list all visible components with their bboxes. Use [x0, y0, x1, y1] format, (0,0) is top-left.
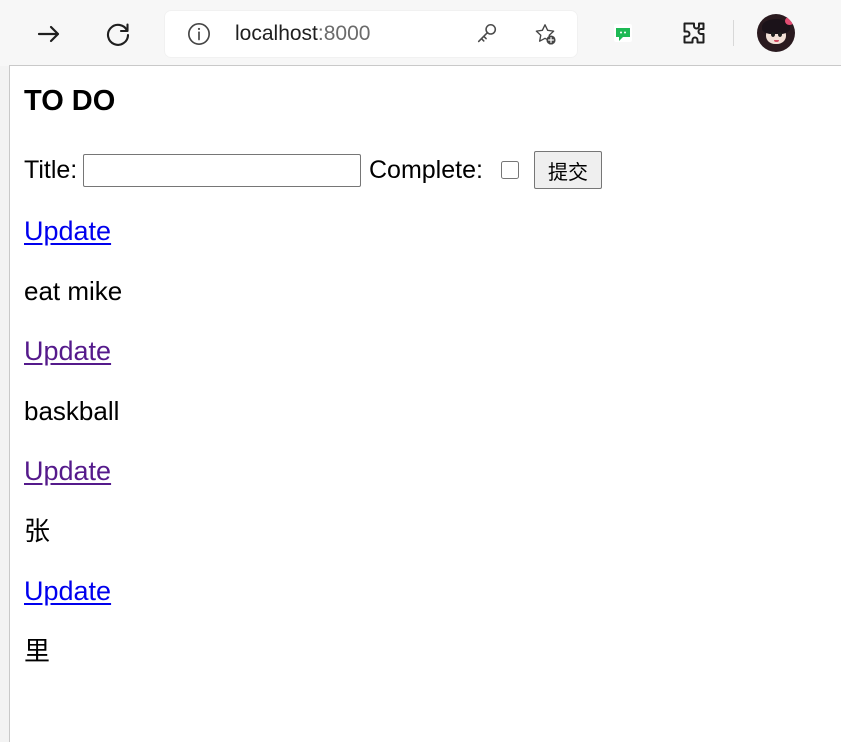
title-label: Title: — [24, 156, 78, 184]
todo-title: baskball — [24, 396, 120, 426]
update-link[interactable]: Update — [24, 211, 111, 251]
key-icon — [477, 23, 497, 43]
avatar-right-eye — [778, 32, 782, 37]
profile-button[interactable] — [757, 14, 795, 52]
puzzle-icon — [683, 22, 705, 44]
update-link[interactable]: Update — [24, 451, 111, 491]
forward-arrow-icon — [37, 25, 60, 43]
browser-toolbar: localhost:8000 — [0, 0, 841, 66]
todo-title: 张 — [24, 516, 51, 546]
avatar-bow — [785, 17, 794, 25]
url-port: :8000 — [317, 22, 371, 45]
submit-button[interactable]: 提交 — [534, 151, 602, 189]
update-link[interactable]: Update — [24, 571, 111, 611]
complete-label: Complete: — [369, 156, 483, 184]
extensions-button[interactable] — [677, 16, 711, 50]
favorites-button[interactable] — [533, 22, 557, 46]
todo-page: TO DO Title: Complete: 提交 Update eat mik… — [24, 66, 841, 742]
extension-button[interactable] — [606, 16, 640, 50]
url-text[interactable]: localhost:8000 — [235, 23, 370, 45]
todo-title: 里 — [24, 636, 51, 666]
green-extension-icon — [614, 24, 632, 42]
web-page-viewport: TO DO Title: Complete: 提交 Update eat mik… — [9, 65, 841, 742]
complete-checkbox[interactable] — [501, 161, 519, 179]
address-bar[interactable]: localhost:8000 — [164, 10, 578, 58]
title-input[interactable] — [83, 154, 361, 187]
avatar — [757, 14, 795, 52]
star-add-icon — [535, 24, 556, 45]
refresh-button[interactable] — [99, 14, 139, 54]
toolbar-divider — [733, 20, 734, 46]
avatar-left-eye — [771, 32, 775, 37]
todo-title: eat mike — [24, 276, 123, 306]
update-link[interactable]: Update — [24, 331, 111, 371]
password-button[interactable] — [475, 22, 499, 46]
forward-button[interactable] — [29, 14, 69, 54]
refresh-icon — [106, 23, 130, 46]
page-title: TO DO — [24, 85, 116, 117]
site-info-button[interactable] — [187, 22, 211, 46]
url-host: localhost — [235, 22, 318, 45]
info-icon — [188, 23, 210, 45]
